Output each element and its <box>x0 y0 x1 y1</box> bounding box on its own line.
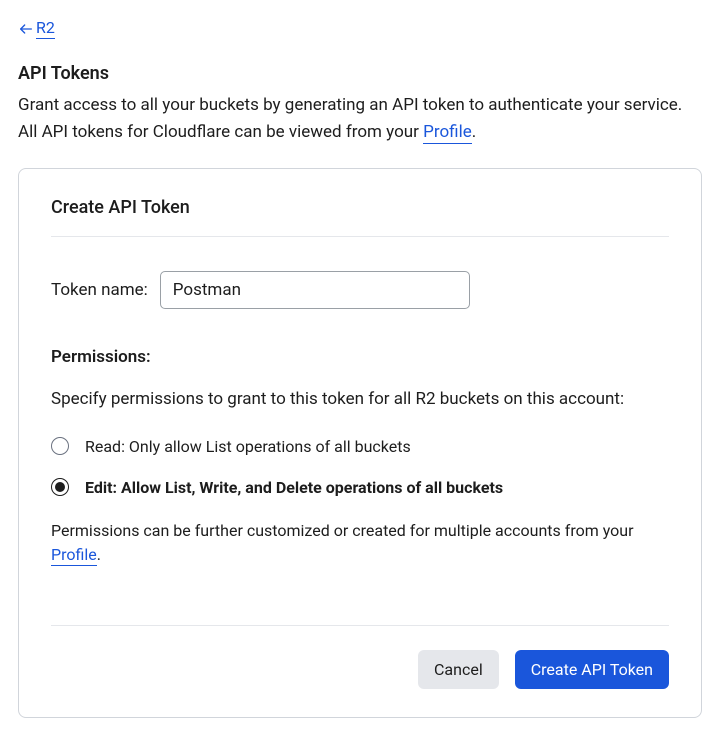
breadcrumb-link[interactable]: R2 <box>36 18 55 39</box>
page-description-suffix: . <box>472 122 476 142</box>
create-api-token-button[interactable]: Create API Token <box>515 650 669 689</box>
permission-option-read-label: Read: Only allow List operations of all … <box>85 437 411 456</box>
radio-icon <box>51 437 69 455</box>
card-title: Create API Token <box>51 197 669 218</box>
token-name-input[interactable] <box>160 271 470 309</box>
permission-option-edit[interactable]: Edit: Allow List, Write, and Delete oper… <box>51 478 669 497</box>
permission-option-edit-label: Edit: Allow List, Write, and Delete oper… <box>85 478 503 497</box>
footnote-text: Permissions can be further customized or… <box>51 521 634 540</box>
permission-option-read[interactable]: Read: Only allow List operations of all … <box>51 437 669 456</box>
token-name-row: Token name: <box>51 271 669 309</box>
footnote-profile-link[interactable]: Profile <box>51 545 97 566</box>
permissions-label: Permissions: <box>51 347 669 367</box>
actions-row: Cancel Create API Token <box>51 650 669 689</box>
profile-link[interactable]: Profile <box>423 122 472 144</box>
divider <box>51 625 669 626</box>
cancel-button[interactable]: Cancel <box>418 650 499 689</box>
radio-dot-icon <box>55 482 65 492</box>
divider <box>51 236 669 237</box>
page-description: Grant access to all your buckets by gene… <box>18 92 702 146</box>
create-token-card: Create API Token Token name: Permissions… <box>18 168 702 718</box>
footnote-suffix: . <box>97 545 101 564</box>
breadcrumb[interactable]: R2 <box>18 18 55 39</box>
arrow-left-icon <box>18 21 34 37</box>
token-name-label: Token name: <box>51 280 148 300</box>
permissions-footnote: Permissions can be further customized or… <box>51 519 669 567</box>
page-title: API Tokens <box>18 63 702 84</box>
permissions-hint: Specify permissions to grant to this tok… <box>51 387 669 413</box>
page-description-text: Grant access to all your buckets by gene… <box>18 95 682 142</box>
radio-icon-selected <box>51 478 69 496</box>
